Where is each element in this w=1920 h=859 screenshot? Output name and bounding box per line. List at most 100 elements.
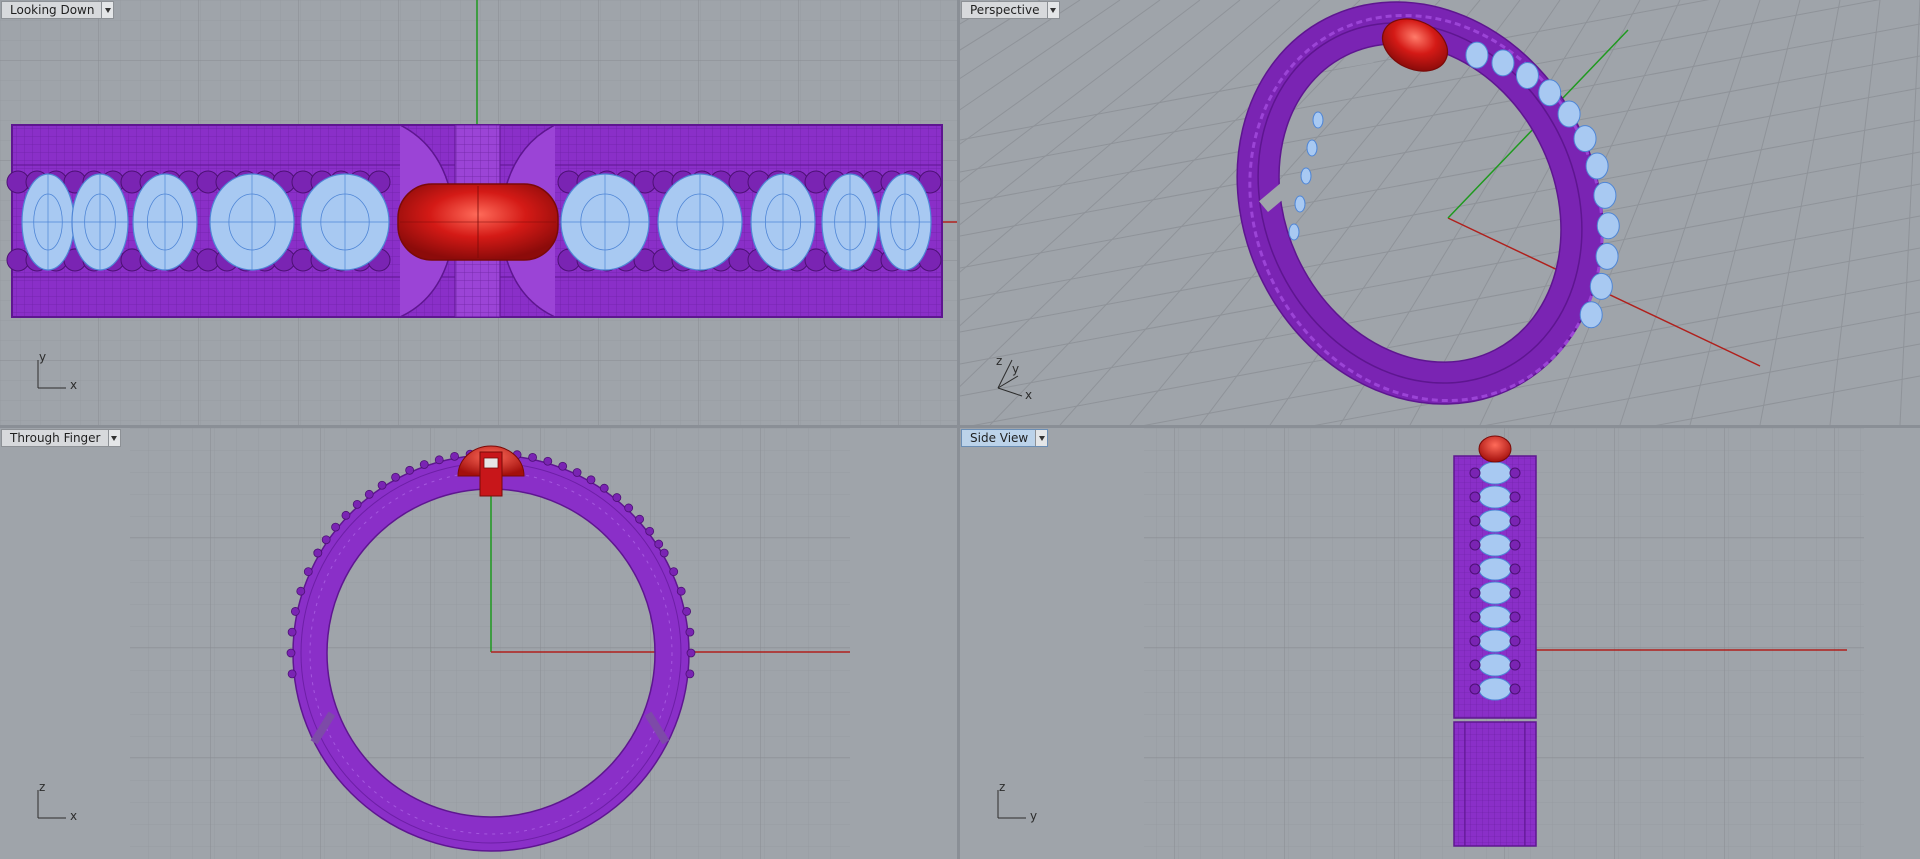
bead <box>654 539 664 549</box>
blue-stone <box>1465 41 1489 69</box>
bead <box>341 510 351 520</box>
bead <box>624 503 634 513</box>
viewport-title-text: Side View <box>970 431 1029 445</box>
bead <box>686 648 696 658</box>
blue-stone <box>1306 139 1318 157</box>
dropdown-arrow-icon[interactable] <box>107 430 120 446</box>
bead <box>321 535 331 545</box>
blue-stone <box>1579 301 1603 329</box>
blue-stone <box>1557 100 1581 128</box>
looking-down-scene <box>0 0 957 425</box>
axis-label-z: z <box>996 354 1003 368</box>
center-gem-side <box>1478 435 1512 463</box>
bead <box>419 460 429 469</box>
bead <box>303 567 313 577</box>
bead <box>1469 587 1481 599</box>
bead <box>669 567 679 577</box>
bead <box>586 475 596 485</box>
dropdown-arrow-icon[interactable] <box>1035 430 1048 446</box>
viewport-title-text: Through Finger <box>10 431 101 445</box>
bead <box>450 451 459 461</box>
bead <box>1469 635 1481 647</box>
viewport-looking-down[interactable]: y x Looking Down <box>0 0 957 425</box>
viewport-title-side-view[interactable]: Side View <box>961 429 1049 447</box>
viewport-perspective[interactable]: z y x Perspective <box>960 0 1920 425</box>
blue-stone <box>1478 461 1512 485</box>
blue-stone <box>1478 509 1512 533</box>
bead <box>1509 563 1521 575</box>
dropdown-arrow-icon[interactable] <box>1046 2 1059 18</box>
axis-label-y: y <box>1030 809 1038 823</box>
bead <box>685 669 695 679</box>
bead <box>1509 587 1521 599</box>
viewport-title-perspective[interactable]: Perspective <box>961 1 1060 19</box>
bead <box>599 483 609 493</box>
bead <box>286 648 296 658</box>
bead <box>1509 635 1521 647</box>
bead <box>352 499 362 509</box>
bead <box>331 522 340 532</box>
blue-stone <box>1585 152 1609 180</box>
bead <box>1469 611 1481 623</box>
blue-stone <box>1595 242 1619 270</box>
bead <box>1469 659 1481 671</box>
bead <box>1509 539 1521 551</box>
blue-stone <box>1596 212 1620 240</box>
bead <box>287 627 297 637</box>
blue-stone <box>1478 653 1512 677</box>
bead <box>364 489 374 499</box>
blue-stone <box>1589 272 1613 300</box>
bead <box>635 514 645 524</box>
bead <box>287 669 297 679</box>
axis-label-z: z <box>39 780 46 794</box>
perspective-scene <box>960 0 1920 425</box>
blue-stone <box>1478 629 1512 653</box>
bead <box>659 548 669 558</box>
viewport-side-view[interactable]: z y Side View <box>960 428 1920 859</box>
blue-stone <box>1478 677 1512 701</box>
bead <box>405 465 415 475</box>
blue-stone <box>1288 223 1300 241</box>
through-finger-scene <box>0 428 957 859</box>
bead <box>1509 611 1521 623</box>
blue-stone <box>1294 195 1306 213</box>
bead <box>543 456 553 466</box>
viewport-title-text: Looking Down <box>10 3 95 17</box>
blue-stone <box>1515 62 1539 90</box>
bead <box>391 472 400 482</box>
viewport-title-through-finger[interactable]: Through Finger <box>1 429 121 447</box>
bead <box>572 468 582 477</box>
axis-label-x: x <box>1025 388 1033 402</box>
bead <box>290 607 300 616</box>
axis-label-y: y <box>1012 362 1020 376</box>
viewport-title-looking-down[interactable]: Looking Down <box>1 1 115 19</box>
blue-stone <box>1312 111 1324 129</box>
bead <box>612 493 622 502</box>
bead <box>676 586 686 596</box>
bead <box>313 548 323 558</box>
axis-label-z: z <box>999 780 1006 794</box>
blue-stone <box>1478 605 1512 629</box>
dropdown-arrow-icon[interactable] <box>101 2 114 18</box>
bead <box>1469 491 1481 503</box>
blue-stone <box>1538 79 1562 107</box>
axis-label-x: x <box>70 809 78 823</box>
bead <box>1509 467 1521 479</box>
bead <box>1469 539 1481 551</box>
bead <box>1509 515 1521 527</box>
axis-label-y: y <box>39 350 47 364</box>
blue-stone <box>1300 167 1312 185</box>
axis-label-x: x <box>70 378 78 392</box>
viewport-through-finger[interactable]: z x Through Finger <box>0 428 957 859</box>
blue-stone <box>1478 581 1512 605</box>
bead <box>1469 563 1481 575</box>
bead <box>377 480 387 490</box>
blue-stone <box>1593 181 1617 209</box>
bead <box>528 452 537 462</box>
bead <box>434 455 444 465</box>
bead <box>1509 683 1521 695</box>
bead <box>685 627 695 637</box>
bead <box>1509 491 1521 503</box>
side-view-scene <box>960 428 1920 859</box>
viewport-title-text: Perspective <box>970 3 1040 17</box>
